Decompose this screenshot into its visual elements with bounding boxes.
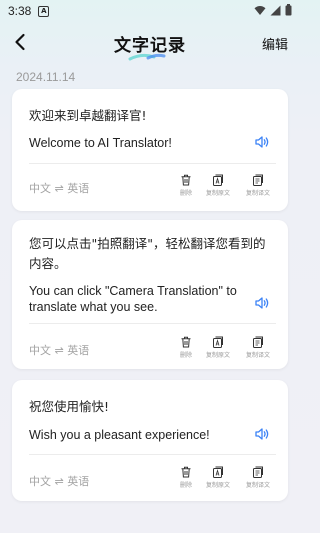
record-card[interactable]: 您可以点击"拍照翻译"，轻松翻译您看到的内容。 You can click "C… xyxy=(12,220,288,369)
status-bar: 3:38 A xyxy=(0,0,300,22)
trash-icon xyxy=(181,174,191,186)
divider xyxy=(29,323,276,324)
copy-source-label: 复制原文 xyxy=(205,190,230,197)
copy-target-button[interactable]: 复制译文 xyxy=(238,336,278,359)
divider xyxy=(29,163,276,164)
app-header: 文字记录 编辑 xyxy=(0,22,300,62)
copy-target-label: 复制译文 xyxy=(245,482,270,489)
trash-icon xyxy=(181,336,191,348)
copy-source-button[interactable]: 复制原文 xyxy=(198,336,238,359)
language-pair: 中文 ⇌ 英语 xyxy=(29,344,90,357)
target-text: Wish you a pleasant experience! xyxy=(29,428,210,442)
date-label: 2024.11.14 xyxy=(16,70,76,84)
record-card[interactable]: 祝您使用愉快! Wish you a pleasant experience! … xyxy=(12,380,288,501)
target-text: You can click "Camera Translation" to tr… xyxy=(29,284,237,314)
divider xyxy=(29,454,276,455)
copy-target-icon xyxy=(253,466,263,478)
copy-target-icon xyxy=(253,336,263,348)
trash-icon xyxy=(181,466,191,478)
speaker-icon[interactable] xyxy=(254,295,270,311)
copy-source-icon xyxy=(213,174,223,186)
copy-target-label: 复制译文 xyxy=(245,190,270,197)
copy-target-label: 复制译文 xyxy=(245,352,270,359)
battery-icon xyxy=(285,4,292,16)
speaker-icon[interactable] xyxy=(254,134,270,150)
copy-target-icon xyxy=(253,174,263,186)
target-text: Welcome to AI Translator! xyxy=(29,136,172,150)
copy-source-label: 复制原文 xyxy=(205,482,230,489)
wifi-icon xyxy=(254,5,266,15)
speaker-icon[interactable] xyxy=(254,426,270,442)
status-icons xyxy=(254,4,292,16)
source-text: 您可以点击"拍照翻译"，轻松翻译您看到的内容。 xyxy=(29,236,266,271)
source-text: 欢迎来到卓越翻译官! xyxy=(29,108,147,123)
edit-button[interactable]: 编辑 xyxy=(262,34,288,53)
signal-icon xyxy=(270,5,281,15)
status-time: 3:38 xyxy=(8,4,32,18)
copy-source-button[interactable]: 复制原文 xyxy=(198,174,238,197)
copy-source-icon xyxy=(213,466,223,478)
title-underline-decoration xyxy=(128,53,166,61)
copy-source-button[interactable]: 复制原文 xyxy=(198,466,238,489)
notification-icon: A xyxy=(38,5,50,17)
copy-source-icon xyxy=(213,336,223,348)
copy-target-button[interactable]: 复制译文 xyxy=(238,466,278,489)
language-pair: 中文 ⇌ 英语 xyxy=(29,182,90,195)
copy-source-label: 复制原文 xyxy=(205,352,230,359)
language-pair: 中文 ⇌ 英语 xyxy=(29,475,90,488)
source-text: 祝您使用愉快! xyxy=(29,399,110,414)
copy-target-button[interactable]: 复制译文 xyxy=(238,174,278,197)
record-card[interactable]: 欢迎来到卓越翻译官! Welcome to AI Translator! 中文 … xyxy=(12,89,288,211)
